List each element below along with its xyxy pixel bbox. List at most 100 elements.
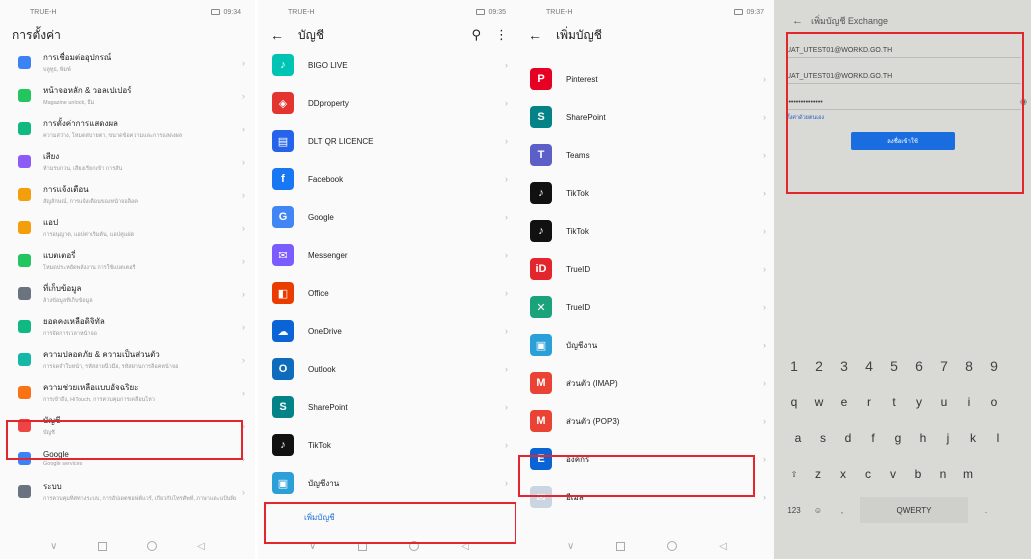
key[interactable]: e <box>832 387 856 417</box>
key[interactable]: f <box>861 423 885 453</box>
key[interactable]: q <box>782 387 806 417</box>
key[interactable]: j <box>936 423 960 453</box>
account-row[interactable]: ♪ TikTok › <box>516 174 778 212</box>
key[interactable]: s <box>811 423 835 453</box>
period-key[interactable]: . <box>974 497 998 523</box>
settings-row[interactable]: บัญชี บัญชี › <box>0 409 255 442</box>
key[interactable]: 5 <box>882 351 906 381</box>
account-row[interactable]: G Google › <box>258 198 520 236</box>
key[interactable]: z <box>806 459 830 489</box>
account-row[interactable]: ✕ TrueID › <box>516 288 778 326</box>
account-row[interactable]: ✉ Messenger › <box>258 236 520 274</box>
account-row[interactable]: ✉ อีเมล › <box>516 478 778 516</box>
username-field[interactable]: UAT_UTEST01@WORKD.GO.TH <box>786 58 1021 84</box>
key[interactable]: 3 <box>832 351 856 381</box>
account-row[interactable]: O Outlook › <box>258 350 520 388</box>
key[interactable]: 4 <box>857 351 881 381</box>
recents-icon[interactable] <box>616 541 626 551</box>
key[interactable]: m <box>956 459 980 489</box>
key[interactable]: 2 <box>807 351 831 381</box>
key[interactable]: o <box>982 387 1006 417</box>
account-row[interactable]: ▣ บัญชีงาน › <box>516 326 778 364</box>
account-row[interactable]: ☁ OneDrive › <box>258 312 520 350</box>
back-nav-icon[interactable]: ◁ <box>719 541 727 552</box>
settings-row[interactable]: การแจ้งเตือน สัญลักษณ์, การแจ้งเตือนของหน… <box>0 178 255 211</box>
back-arrow-icon[interactable]: ← <box>792 15 803 27</box>
settings-row[interactable]: การตั้งค่าการแสดงผล ความสว่าง, โหมดสบายตา… <box>0 112 255 145</box>
key[interactable]: 9 <box>982 351 1006 381</box>
key[interactable]: c <box>856 459 880 489</box>
account-row[interactable]: M ส่วนตัว (IMAP) › <box>516 364 778 402</box>
settings-row[interactable]: ยอดคงเหลือดิจิทัล การจัดการเวลาหน้าจอ › <box>0 310 255 343</box>
password-field[interactable]: ••••••••••••••• ◉ <box>786 84 1027 110</box>
account-row[interactable]: ♪ BIGO LIVE › <box>258 46 520 84</box>
shift-key-icon[interactable]: ⇧ <box>782 461 806 487</box>
comma-key[interactable]: , <box>830 497 854 523</box>
emoji-key-icon[interactable]: ☺ <box>806 497 830 523</box>
key[interactable]: i <box>957 387 981 417</box>
recents-icon[interactable] <box>358 541 368 551</box>
key[interactable]: 8 <box>957 351 981 381</box>
settings-row[interactable]: ที่เก็บข้อมูล ล้างข้อมูลที่เก็บข้อมูล › <box>0 277 255 310</box>
key[interactable]: 7 <box>932 351 956 381</box>
hide-nav-icon[interactable]: ∨ <box>50 541 57 552</box>
key[interactable]: n <box>931 459 955 489</box>
settings-row[interactable]: ระบบ การควบคุมทิศทางระบบ, การอัปเดตซอฟต์แ… <box>0 475 255 508</box>
key[interactable]: k <box>961 423 985 453</box>
key[interactable]: g <box>886 423 910 453</box>
settings-row[interactable]: Google Google services › <box>0 442 255 475</box>
account-row[interactable]: f Facebook › <box>258 160 520 198</box>
account-row[interactable]: ▣ บัญชีงาน › <box>258 464 520 502</box>
account-row[interactable]: M ส่วนตัว (POP3) › <box>516 402 778 440</box>
key[interactable]: u <box>932 387 956 417</box>
account-row[interactable]: ◧ Office › <box>258 274 520 312</box>
settings-row[interactable]: แอป การอนุญาต, แอปค่าเริ่มต้น, แอปคู่แฝด › <box>0 211 255 244</box>
eye-icon[interactable]: ◉ <box>1020 97 1027 106</box>
account-row[interactable]: S SharePoint › <box>258 388 520 426</box>
space-key[interactable]: QWERTY <box>860 497 968 523</box>
account-row[interactable]: ♪ TikTok › <box>516 212 778 250</box>
settings-row[interactable]: เสียง ห้ามรบกวน, เสียงเรียกเข้า การสั่น › <box>0 145 255 178</box>
hide-nav-icon[interactable]: ∨ <box>567 541 574 552</box>
key[interactable]: 6 <box>907 351 931 381</box>
home-icon[interactable] <box>146 541 157 551</box>
back-nav-icon[interactable]: ◁ <box>461 541 469 552</box>
numbers-key[interactable]: 123 <box>782 497 806 523</box>
key[interactable]: 1 <box>782 351 806 381</box>
search-icon[interactable]: ⚲ <box>471 27 481 43</box>
account-row[interactable]: S SharePoint › <box>516 98 778 136</box>
back-arrow-icon[interactable]: ← <box>270 27 284 43</box>
settings-row[interactable]: แบตเตอรี่ โหมดประหยัดพลังงาน การใช้แบตเตอ… <box>0 244 255 277</box>
add-account-button[interactable]: เพิ่มบัญชี <box>258 502 520 532</box>
key[interactable]: x <box>831 459 855 489</box>
account-row[interactable]: ◈ DDproperty › <box>258 84 520 122</box>
sign-in-button[interactable]: ลงชื่อเข้าใช้ <box>850 132 955 150</box>
back-nav-icon[interactable]: ◁ <box>197 541 205 552</box>
account-row[interactable]: iD TrueID › <box>516 250 778 288</box>
key[interactable]: d <box>836 423 860 453</box>
key[interactable]: w <box>807 387 831 417</box>
account-row[interactable]: ▤ DLT QR LICENCE › <box>258 122 520 160</box>
manual-setup-link[interactable]: ตั้งค่าด้วยตนเอง <box>774 110 1031 126</box>
settings-row[interactable]: ความปลอดภัย & ความเป็นส่วนตัว การจดจำใบหน… <box>0 343 255 376</box>
settings-row[interactable]: ความช่วยเหลือแบบอัจฉริยะ การเข้าถึง, HiTo… <box>0 376 255 409</box>
key[interactable]: l <box>986 423 1010 453</box>
account-row[interactable]: P Pinterest › <box>516 60 778 98</box>
key[interactable]: v <box>881 459 905 489</box>
home-icon[interactable] <box>409 541 420 551</box>
key[interactable]: a <box>786 423 810 453</box>
key[interactable]: r <box>857 387 881 417</box>
more-vert-icon[interactable]: ⋮ <box>495 27 508 43</box>
key[interactable]: b <box>906 459 930 489</box>
account-row[interactable]: T Teams › <box>516 136 778 174</box>
key[interactable]: y <box>907 387 931 417</box>
key[interactable]: t <box>882 387 906 417</box>
email-field[interactable]: UAT_UTEST01@WORKD.GO.TH <box>786 32 1021 58</box>
account-row[interactable]: E องค์กร › <box>516 440 778 478</box>
key[interactable]: h <box>911 423 935 453</box>
back-arrow-icon[interactable]: ← <box>528 27 542 43</box>
recents-icon[interactable] <box>97 541 107 551</box>
account-row[interactable]: ♪ TikTok › <box>258 426 520 464</box>
hide-nav-icon[interactable]: ∨ <box>309 541 316 552</box>
settings-row[interactable]: หน้าจอหลัก & วอลเปเปอร์ Magazine unlock, … <box>0 79 255 112</box>
